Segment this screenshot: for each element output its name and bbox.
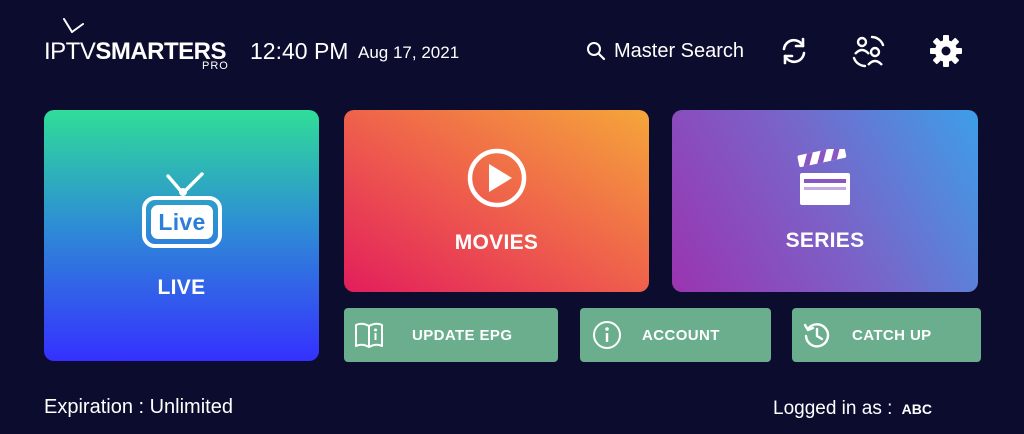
search-icon	[587, 42, 606, 61]
movies-tile[interactable]: MOVIES	[344, 110, 649, 292]
master-search-button[interactable]: Master Search	[586, 38, 744, 64]
refresh-icon	[782, 37, 806, 65]
switch-user-icon	[852, 35, 885, 68]
app-logo: IPTVSMARTERS PRO	[44, 18, 244, 78]
update-epg-label: UPDATE EPG	[412, 326, 513, 344]
master-search-label: Master Search	[614, 39, 745, 62]
info-icon	[590, 318, 624, 352]
logged-in-status: Logged in as : ABC	[773, 398, 932, 420]
catch-up-button[interactable]: CATCH UP	[792, 308, 981, 362]
live-tv-icon: Live	[141, 171, 222, 248]
switch-user-button[interactable]	[851, 33, 887, 69]
logo-text: IPTVSMARTERS	[44, 38, 227, 66]
live-tile-label: LIVE	[157, 275, 206, 299]
series-tile[interactable]: SERIES	[672, 110, 978, 292]
play-icon	[467, 148, 526, 208]
logo-pro: PRO	[202, 60, 229, 72]
movies-tile-label: MOVIES	[454, 231, 539, 254]
update-epg-button[interactable]: UPDATE EPG	[344, 308, 558, 362]
expiration-text: Expiration : Unlimited	[44, 396, 233, 418]
username: ABC	[901, 401, 932, 417]
settings-icon	[930, 35, 962, 67]
antenna-icon	[63, 18, 84, 33]
live-tile[interactable]: Live LIVE	[44, 110, 319, 361]
clock-time: 12:40 PM	[250, 38, 349, 64]
clapperboard-icon	[797, 149, 850, 205]
live-badge-text: Live	[158, 209, 205, 235]
series-tile-label: SERIES	[785, 229, 865, 252]
history-icon	[800, 318, 834, 352]
clock-date: Aug 17, 2021	[358, 43, 460, 62]
account-label: ACCOUNT	[642, 326, 720, 344]
catch-up-label: CATCH UP	[852, 326, 932, 344]
book-info-icon	[352, 318, 386, 352]
refresh-button[interactable]	[776, 33, 812, 69]
settings-button[interactable]	[928, 33, 964, 69]
logo-iptv: IPTV	[44, 38, 96, 65]
account-button[interactable]: ACCOUNT	[580, 308, 771, 362]
logged-in-label: Logged in as :	[773, 398, 893, 419]
